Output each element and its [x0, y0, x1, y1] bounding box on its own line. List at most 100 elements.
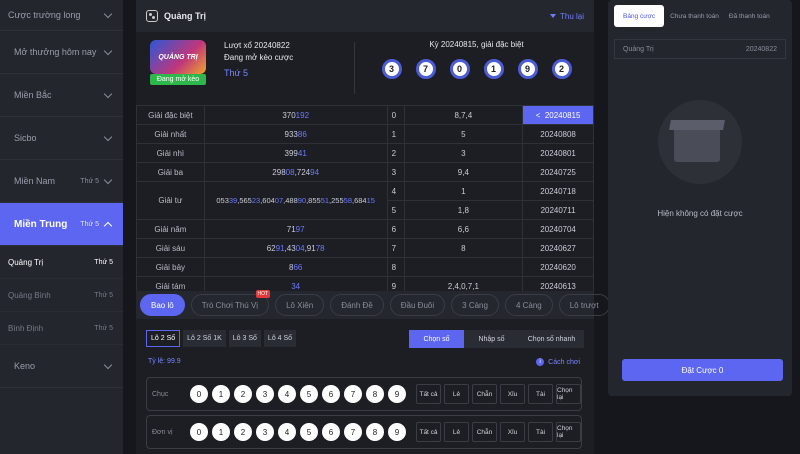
digit-button[interactable]: 0	[190, 385, 208, 403]
pick-row-units: Đơn vị 0 1 2 3 4 5 6 7 8 9 Tất cả Lẻ Chẵ…	[146, 415, 582, 449]
mode-enter-number[interactable]: Nhập số	[464, 330, 519, 348]
tab-paid[interactable]: Đã thanh toán	[725, 5, 774, 27]
dice-icon	[146, 10, 158, 22]
result-ball: 9	[517, 59, 538, 79]
select-big-button[interactable]: Tài	[528, 422, 553, 442]
tab-tro-choi-thu-vi[interactable]: Trò Chơi Thú Vị HOT	[190, 290, 271, 316]
results-table: Giải đặc biệt 370192 0 8,7,4 < 20240815 …	[136, 105, 594, 296]
sub-controls: Lô 2 Số Lô 2 Số 1K Lô 3 Số Lô 4 Số Chọn …	[146, 330, 584, 348]
table-row: Giải tư 05339,56523,60407,48890,85551,25…	[136, 181, 594, 220]
sidebar-sub-binh-dinh[interactable]: Bình Định Thứ 5	[0, 312, 123, 345]
sidebar-sub-quang-tri[interactable]: Quảng Trị Thứ 5	[0, 246, 123, 279]
digit-button[interactable]: 8	[366, 385, 384, 403]
subtab-lo-2-so-1k[interactable]: Lô 2 Số 1K	[183, 330, 226, 347]
date-item[interactable]: 20240718	[522, 181, 594, 201]
digit-button[interactable]: 2	[234, 385, 252, 403]
digit-button[interactable]: 5	[300, 385, 318, 403]
place-bet-button[interactable]: Đặt Cược 0	[622, 359, 783, 381]
sidebar-item-today[interactable]: Mở thưởng hôm nay	[0, 31, 123, 74]
hot-badge: HOT	[255, 290, 271, 298]
tab-bet-slip[interactable]: Bảng cược	[614, 5, 665, 27]
select-odd-button[interactable]: Lẻ	[444, 422, 469, 442]
tab-dau-duoi[interactable]: Đầu Đuôi	[389, 294, 446, 316]
result-title: Kỳ 20240815, giải đặc biệt	[429, 40, 524, 49]
tab-danh-de[interactable]: Đánh Đề	[330, 294, 384, 316]
subtab-lo-2-so[interactable]: Lô 2 Số	[146, 330, 181, 347]
date-item[interactable]: 20240620	[522, 257, 594, 277]
digit-button[interactable]: 1	[212, 423, 230, 441]
select-all-button[interactable]: Tất cả	[416, 422, 441, 442]
digit-button[interactable]: 8	[366, 423, 384, 441]
sidebar-item-south[interactable]: Miền Nam Thứ 5	[0, 160, 123, 203]
result-ball: 1	[483, 59, 504, 79]
table-row: Giải nhất 93386 1 5 20240808	[136, 124, 594, 144]
tab-lo-truot[interactable]: Lô trượt	[558, 294, 610, 316]
chevron-down-icon	[103, 175, 113, 184]
reset-button[interactable]: Chọn lại	[556, 384, 581, 404]
date-item[interactable]: 20240627	[522, 238, 594, 258]
select-all-button[interactable]: Tất cả	[416, 384, 441, 404]
tab-bao-lo[interactable]: Bao lô	[140, 294, 185, 316]
empty-message: Hiện không có đặt cược	[657, 209, 743, 218]
date-item[interactable]: 20240725	[522, 162, 594, 182]
sidebar-item-long-streak[interactable]: Cược trường long	[0, 0, 123, 31]
table-row: Giải nhì 39941 2 3 20240801	[136, 143, 594, 163]
sidebar-item-sicbo[interactable]: Sicbo	[0, 117, 123, 160]
subtab-lo-4-so[interactable]: Lô 4 Số	[263, 330, 297, 347]
reset-button[interactable]: Chọn lại	[556, 422, 581, 442]
digit-button[interactable]: 4	[278, 423, 296, 441]
digit-button[interactable]: 9	[388, 385, 406, 403]
select-odd-button[interactable]: Lẻ	[444, 384, 469, 404]
mode-pick-number[interactable]: Chọn số	[409, 330, 464, 348]
select-small-button[interactable]: Xỉu	[500, 422, 525, 442]
date-item[interactable]: 20240704	[522, 219, 594, 239]
digit-button[interactable]: 4	[278, 385, 296, 403]
digit-button[interactable]: 9	[388, 423, 406, 441]
digit-button[interactable]: 3	[256, 385, 274, 403]
chevron-down-icon	[103, 89, 113, 98]
select-big-button[interactable]: Tài	[528, 384, 553, 404]
digit-button[interactable]: 7	[344, 423, 362, 441]
sidebar-sub-quang-binh[interactable]: Quảng Bình Thứ 5	[0, 279, 123, 312]
sidebar-item-keno[interactable]: Keno	[0, 345, 123, 388]
sidebar-item-north[interactable]: Miền Bắc	[0, 74, 123, 117]
tab-unpaid[interactable]: Chưa thanh toán	[666, 5, 723, 27]
digit-button[interactable]: 5	[300, 423, 318, 441]
digit-button[interactable]: 2	[234, 423, 252, 441]
how-to-play-link[interactable]: i Cách chơi	[536, 358, 580, 366]
sidebar-item-central[interactable]: Miền Trung Thứ 5	[0, 203, 123, 246]
digit-button[interactable]: 6	[322, 385, 340, 403]
weekday-label: Thứ 5	[224, 68, 249, 78]
tab-3-cang[interactable]: 3 Càng	[451, 294, 499, 316]
date-item-selected[interactable]: < 20240815	[522, 105, 594, 125]
table-row: Giải ba 29808,72494 3 9,4 20240725	[136, 162, 594, 182]
digit-button[interactable]: 7	[344, 385, 362, 403]
select-even-button[interactable]: Chẵn	[472, 384, 497, 404]
date-item[interactable]: 20240801	[522, 143, 594, 163]
mode-quick-pick[interactable]: Chọn số nhanh	[519, 330, 584, 348]
tab-4-cang[interactable]: 4 Càng	[504, 294, 553, 316]
digit-button[interactable]: 3	[256, 423, 274, 441]
subtab-lo-3-so[interactable]: Lô 3 Số	[228, 330, 261, 347]
chevron-down-icon	[103, 9, 113, 18]
digit-button[interactable]: 1	[212, 385, 230, 403]
digit-button[interactable]: 0	[190, 423, 208, 441]
chevron-down-icon	[103, 132, 113, 141]
date-item[interactable]: 20240711	[522, 200, 594, 220]
round-label: Lượt xổ 20240822	[224, 41, 290, 50]
header-bar: Quảng Trị Thu lại	[136, 0, 594, 32]
date-item[interactable]: 20240808	[522, 124, 594, 144]
table-row: Giải sáu 6291,4304,9178 7 8 20240627	[136, 238, 594, 258]
digit-button[interactable]: 6	[322, 423, 340, 441]
divider	[354, 42, 355, 94]
table-row: Giải bảy 866 8 20240620	[136, 257, 594, 277]
result-ball: 2	[551, 59, 572, 79]
page-title: Quảng Trị	[164, 11, 207, 21]
table-row: Giải đặc biệt 370192 0 8,7,4 < 20240815	[136, 105, 594, 125]
collapse-button[interactable]: Thu lại	[549, 12, 584, 21]
odds-ratio: Tỷ lệ: 99.9	[148, 358, 181, 365]
select-small-button[interactable]: Xỉu	[500, 384, 525, 404]
select-even-button[interactable]: Chẵn	[472, 422, 497, 442]
slip-info: Quảng Trị 20240822	[614, 39, 786, 59]
tab-lo-xien[interactable]: Lô Xiên	[275, 294, 325, 316]
